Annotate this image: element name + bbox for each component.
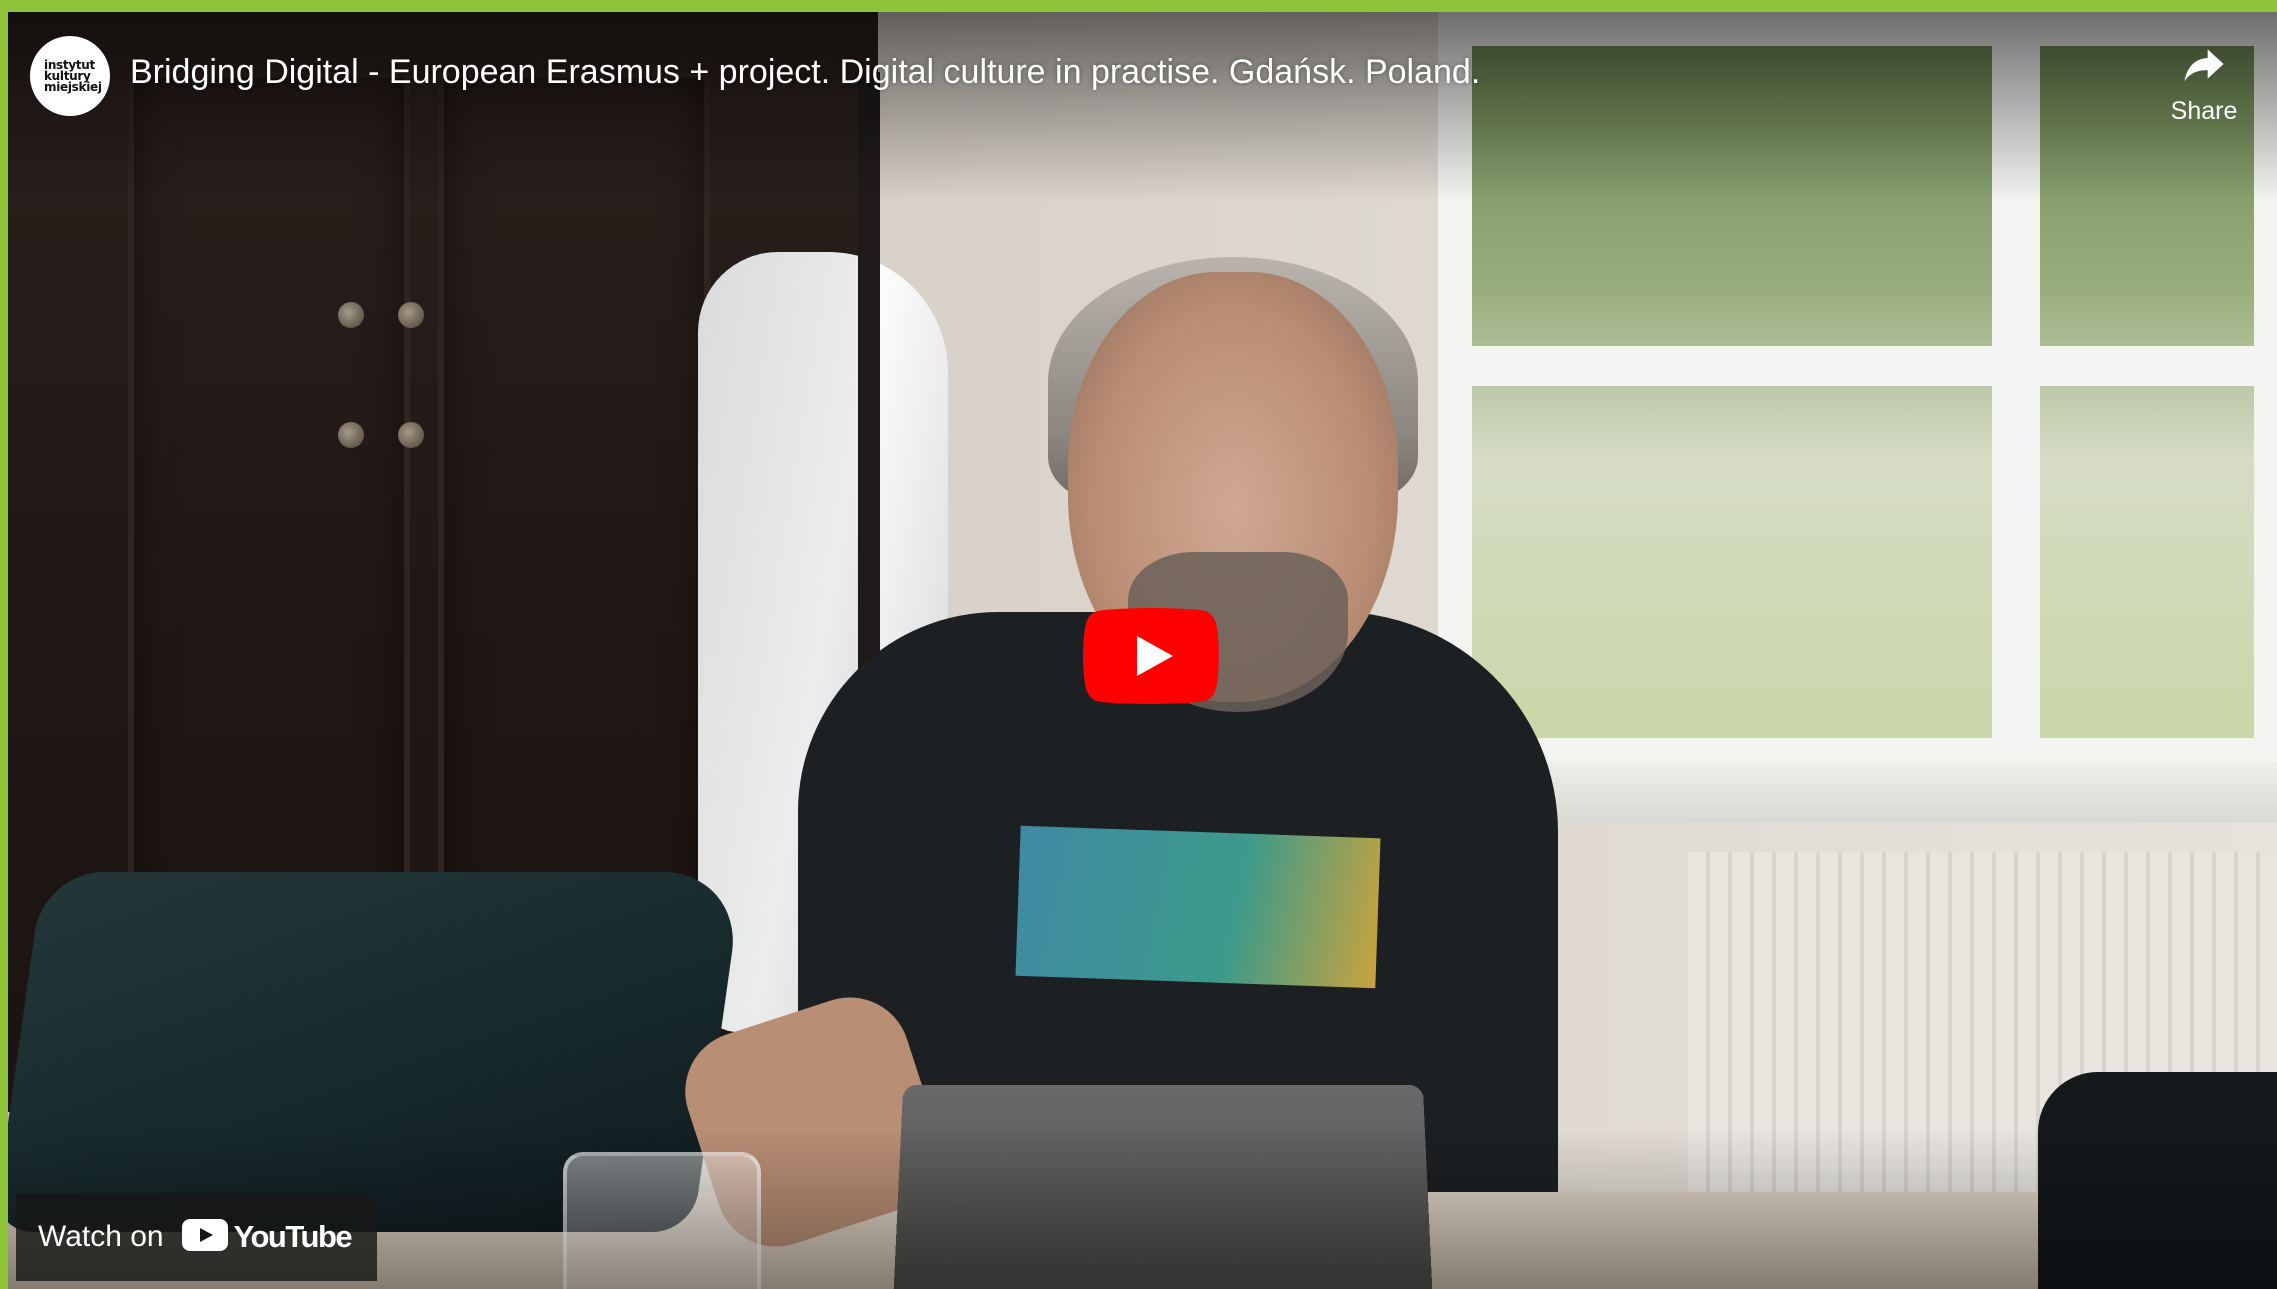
- play-icon: [1083, 608, 1219, 708]
- channel-avatar[interactable]: instytut kultury miejskiej: [30, 36, 110, 116]
- video-title[interactable]: Bridging Digital - European Erasmus + pr…: [130, 50, 1480, 94]
- share-arrow-icon: [2180, 42, 2228, 91]
- channel-logo-text: instytut kultury miejskiej: [44, 57, 102, 94]
- play-button[interactable]: [1083, 608, 1219, 704]
- watch-on-label: Watch on: [38, 1220, 164, 1253]
- video-embed[interactable]: instytut kultury miejskiej Bridging Digi…: [8, 12, 2277, 1289]
- share-label: Share: [2170, 97, 2238, 125]
- youtube-wordmark: YouTube: [233, 1219, 353, 1254]
- watch-on-youtube-button[interactable]: Watch on YouTube: [16, 1193, 378, 1281]
- share-button[interactable]: Share: [2159, 42, 2249, 126]
- youtube-logo-icon: [181, 1218, 228, 1256]
- top-gradient: [8, 12, 2277, 202]
- youtube-logo: YouTube: [181, 1218, 353, 1256]
- shirt-print: [1015, 825, 1381, 989]
